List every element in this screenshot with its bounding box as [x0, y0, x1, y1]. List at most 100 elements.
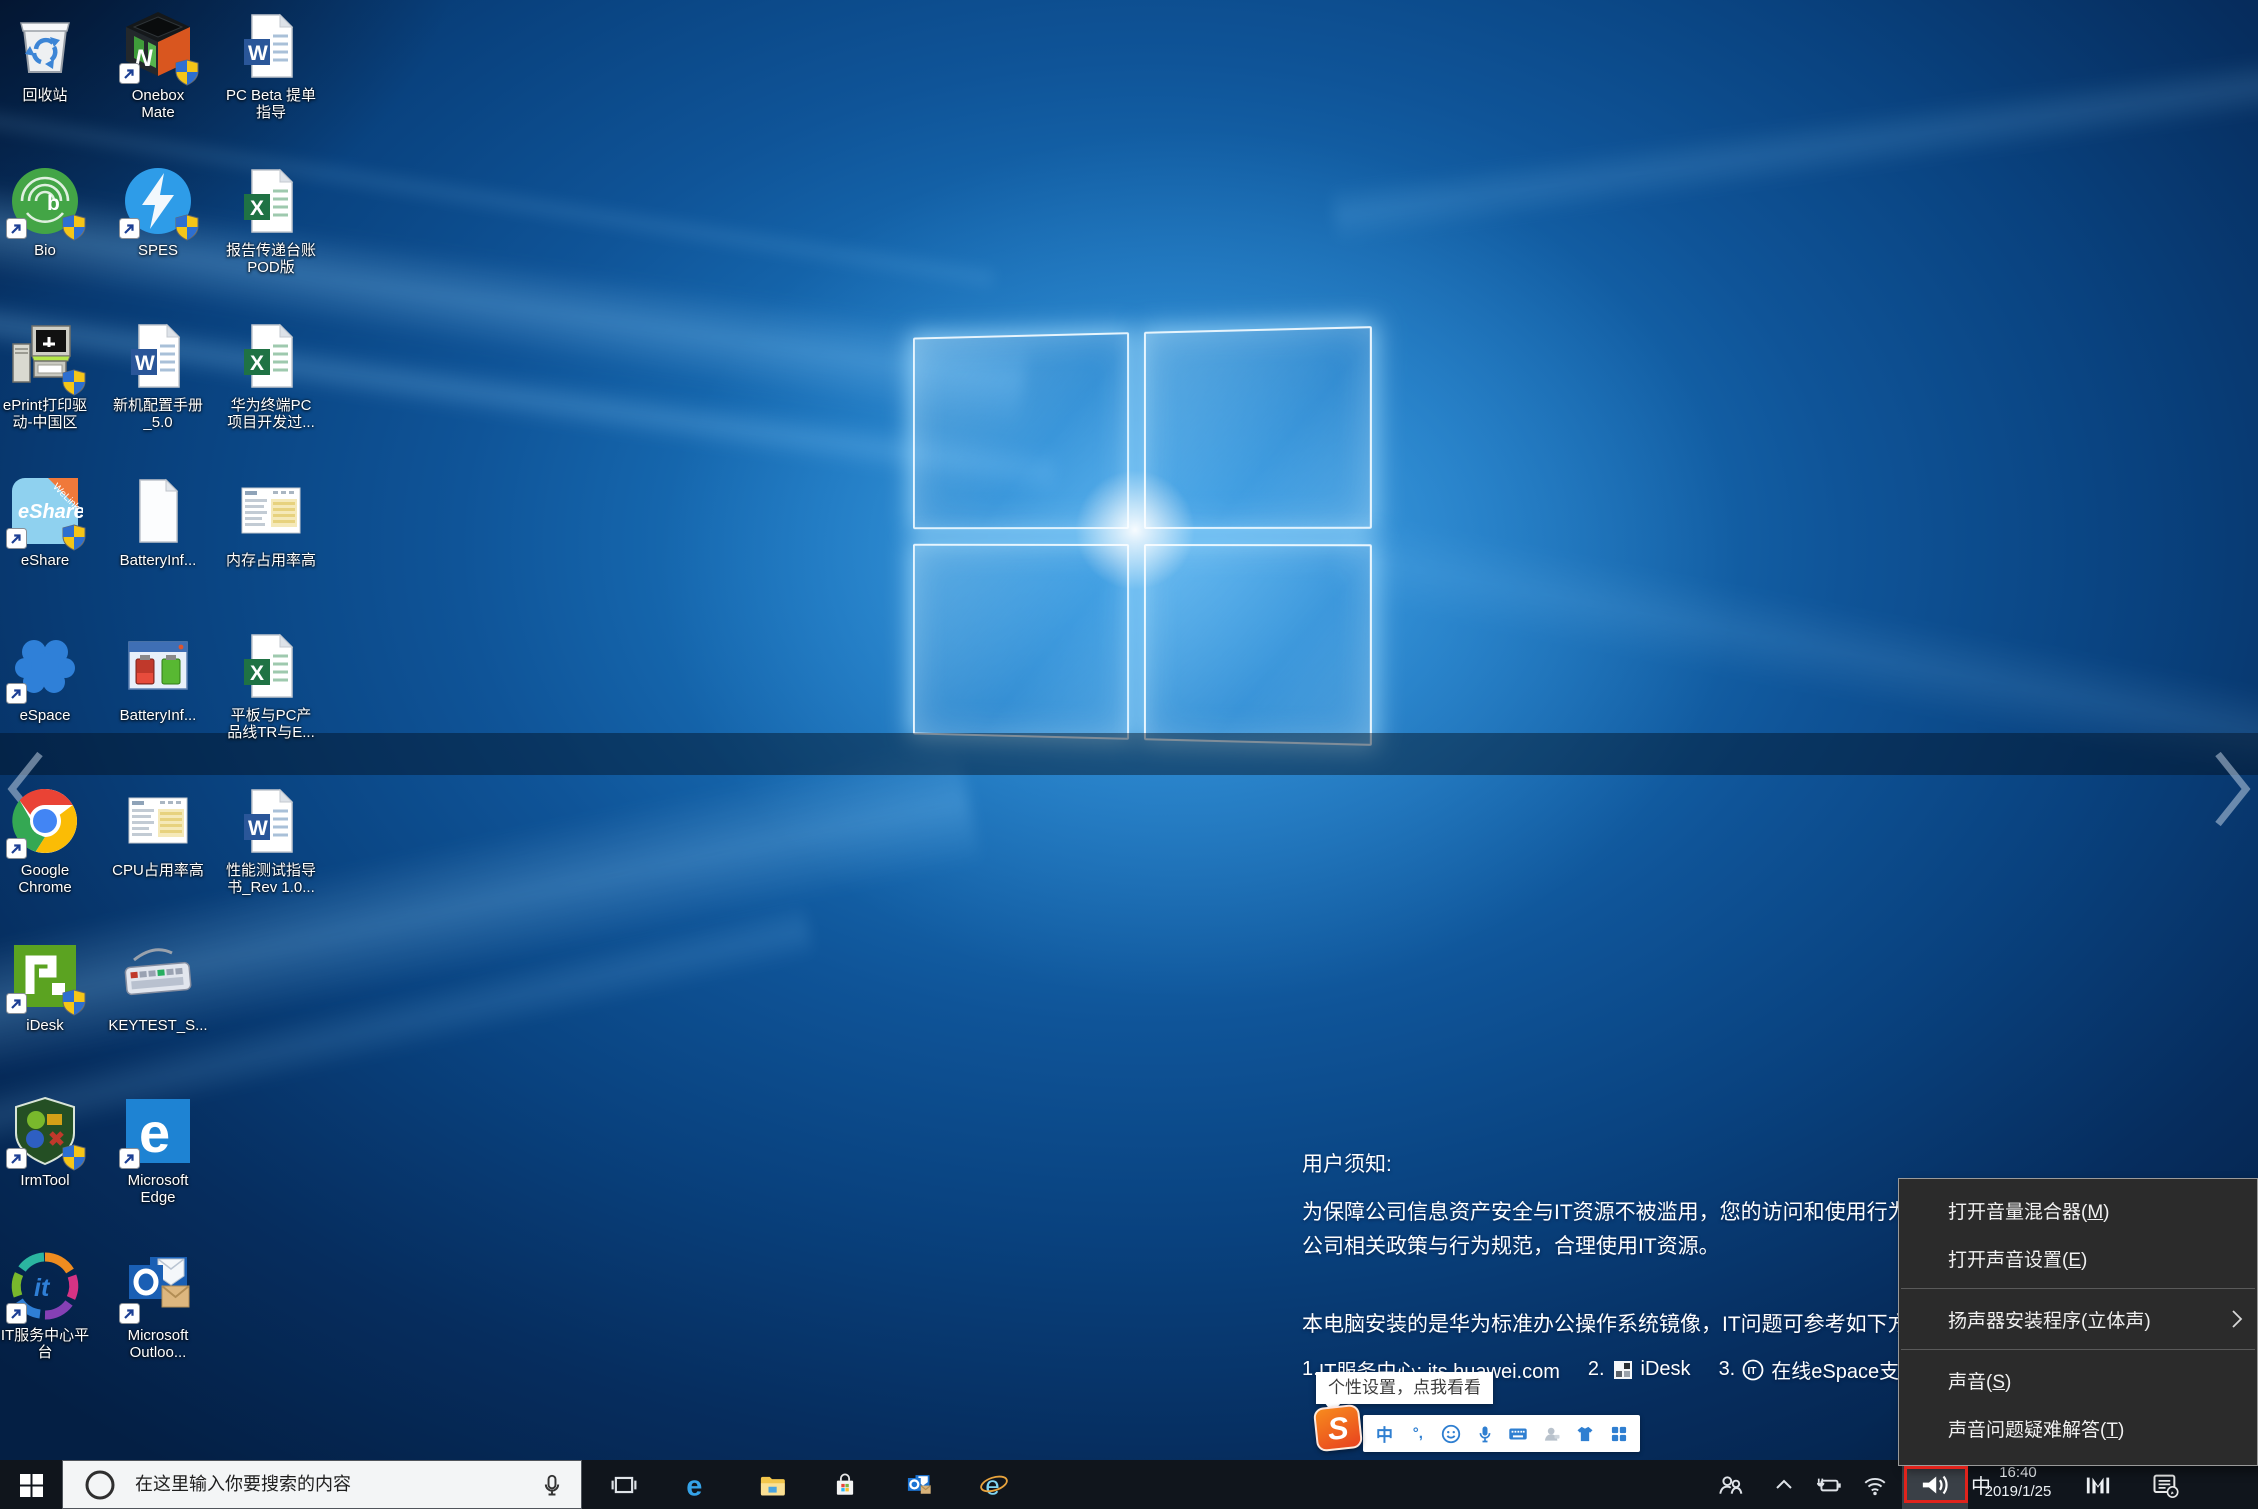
sogou-logo[interactable]: S [1313, 1404, 1363, 1453]
menu-item[interactable]: 打开声音设置(E) [1899, 1234, 2257, 1282]
desktop-icon-keyboard-legacy[interactable]: KEYTEST_S... [103, 938, 213, 1034]
desktop-icon-excel-doc[interactable]: X 华为终端PC 项目开发过... [216, 318, 326, 431]
search-input[interactable] [133, 1473, 539, 1496]
notice-title: 用户须知: [1302, 1148, 2002, 1178]
taskbar-edge-browser-button[interactable]: e [671, 1460, 723, 1509]
desktop-icon-battery-window[interactable]: BatteryInf... [103, 628, 213, 724]
desktop-icon-label: Onebox Mate [103, 87, 213, 121]
taskbar-task-view-button[interactable] [598, 1460, 650, 1509]
excel-doc-icon: X [233, 318, 309, 394]
windows-start-icon [17, 1471, 45, 1499]
desktop-icon-screenshot-thumb[interactable]: CPU占用率高 [103, 783, 213, 879]
start-button[interactable] [0, 1460, 62, 1509]
desktop-icon-word-doc[interactable]: W性能测试指导 书_Rev 1.0... [216, 783, 326, 896]
menu-item-label: 声音(S) [1948, 1367, 2011, 1394]
desktop-icon-outlook[interactable]: Microsoft Outloo... [103, 1248, 213, 1361]
skin-shirt-icon[interactable] [1573, 1422, 1597, 1446]
tray-action-center-button[interactable] [2142, 1460, 2188, 1509]
it-service-ring-icon: it [7, 1248, 83, 1324]
desktop-icon-idesk-green[interactable]: iDesk [0, 938, 100, 1034]
desktop-icon-irmtool-shield[interactable]: IrmTool [0, 1093, 100, 1189]
search-mic-icon[interactable] [539, 1472, 565, 1498]
desktop-icon-printer-legacy[interactable]: ePrint打印驱 动-中国区 [0, 318, 100, 431]
chinese-mode-icon[interactable]: 中 [1372, 1422, 1396, 1446]
tray-wifi-button[interactable] [1852, 1460, 1898, 1509]
emoji-face-icon[interactable] [1439, 1422, 1463, 1446]
desktop-icon-espace-clover[interactable]: eSpace [0, 628, 100, 724]
espace-clover-icon [7, 628, 83, 704]
taskbar-clock[interactable]: 16:40 2019/1/25 [1972, 1463, 2064, 1501]
shortcut-arrow-icon [6, 683, 27, 704]
svg-text:X: X [250, 197, 264, 220]
voice-mic-icon[interactable] [1473, 1422, 1497, 1446]
spes-lightning-icon [120, 163, 196, 239]
desktop-icon-label: Microsoft Outloo... [103, 1327, 213, 1361]
desktop-icon-label: 华为终端PC 项目开发过... [216, 397, 326, 431]
shortcut-arrow-icon [119, 218, 140, 239]
carousel-right-icon[interactable] [2208, 744, 2256, 834]
submenu-arrow-icon [2230, 1308, 2244, 1330]
desktop-icon-edge-tile[interactable]: eMicrosoft Edge [103, 1093, 213, 1206]
svg-text:W: W [135, 352, 155, 375]
onebox-cube-icon: N [120, 8, 196, 84]
excel-doc-icon: X [233, 628, 309, 704]
edge-browser-icon: e [682, 1470, 712, 1500]
desktop-icon-spes-lightning[interactable]: SPES [103, 163, 213, 259]
menu-item-label: 打开音量混合器(M) [1948, 1197, 2109, 1224]
soft-keyboard-icon[interactable] [1506, 1422, 1530, 1446]
menu-item[interactable]: 声音问题疑难解答(T) [1899, 1404, 2257, 1452]
menu-item[interactable]: 声音(S) [1899, 1356, 2257, 1404]
edge-tile-icon: e [120, 1093, 196, 1169]
tray-people-button[interactable] [1708, 1460, 1752, 1509]
idesk-green-icon [7, 938, 83, 1014]
uac-shield-icon [175, 214, 199, 241]
desktop-icon-label: PC Beta 提单 指导 [216, 87, 326, 121]
menu-separator [1901, 1288, 2255, 1289]
desktop-icon-label: Bio [0, 242, 100, 259]
desktop-icon-it-service-ring[interactable]: itIT服务中心平 台 [0, 1248, 100, 1361]
file-explorer-icon [758, 1471, 786, 1499]
internet-explorer-icon: e [979, 1470, 1009, 1500]
chrome-icon [7, 783, 83, 859]
eshare-welink-icon: eShareWeLink [7, 473, 83, 549]
desktop-icon-excel-doc[interactable]: X报告传递台账 POD版 [216, 163, 326, 276]
desktop-icon-recycle-bin[interactable]: 回收站 [0, 8, 100, 104]
desktop-icon-eshare-welink[interactable]: eShareWeLinkeShare [0, 473, 100, 569]
tray-power-battery-button[interactable] [1806, 1460, 1854, 1509]
toolbox-grid-icon[interactable] [1607, 1422, 1631, 1446]
punctuation-icon[interactable]: °, [1406, 1422, 1430, 1446]
svg-text:W: W [248, 817, 268, 840]
taskbar-microsoft-store-button[interactable] [819, 1460, 871, 1509]
desktop-icon-word-doc[interactable]: WPC Beta 提单 指导 [216, 8, 326, 121]
desktop-icon-onebox-cube[interactable]: NOnebox Mate [103, 8, 213, 121]
tray-pc-manager-m-button[interactable] [2076, 1460, 2120, 1509]
desktop-icon-screenshot-thumb[interactable]: 内存占用率高 [216, 473, 326, 569]
printer-legacy-icon [7, 318, 83, 394]
svg-text:IT: IT [1748, 1366, 1757, 1377]
taskbar-internet-explorer-button[interactable]: e [968, 1460, 1020, 1509]
shortcut-arrow-icon [119, 1148, 140, 1169]
menu-item-label: 声音问题疑难解答(T) [1948, 1415, 2124, 1442]
menu-item[interactable]: 扬声器安装程序(立体声) [1899, 1295, 2257, 1343]
irmtool-shield-icon [7, 1093, 83, 1169]
taskbar-outlook-mail-button[interactable] [893, 1460, 945, 1509]
desktop-icon-bio-fingerprint[interactable]: bBio [0, 163, 100, 259]
taskbar-file-explorer-button[interactable] [746, 1460, 798, 1509]
uac-shield-icon [62, 1144, 86, 1171]
svg-text:X: X [250, 352, 264, 375]
battery-window-icon [120, 628, 196, 704]
desktop-icon-word-doc[interactable]: W新机配置手册 _5.0 [103, 318, 213, 431]
menu-item[interactable]: 打开音量混合器(M) [1899, 1186, 2257, 1234]
ime-toolbar: 中 °, [1363, 1415, 1640, 1452]
taskbar-search-box[interactable] [62, 1460, 582, 1509]
desktop-icon-chrome[interactable]: Google Chrome [0, 783, 100, 896]
user-skin-icon[interactable] [1540, 1422, 1564, 1446]
desktop-icon-excel-doc[interactable]: X平板与PC产 品线TR与E... [216, 628, 326, 741]
desktop-icon-label: Google Chrome [0, 862, 100, 896]
tray-chevron-up-button[interactable] [1762, 1460, 1806, 1509]
desktop-icon-blank-page[interactable]: BatteryInf... [103, 473, 213, 569]
desktop-icon-label: iDesk [0, 1017, 100, 1034]
uac-shield-icon [62, 524, 86, 551]
help-item-number: 3. [1719, 1358, 1736, 1381]
screenshot-thumb-icon [233, 473, 309, 549]
